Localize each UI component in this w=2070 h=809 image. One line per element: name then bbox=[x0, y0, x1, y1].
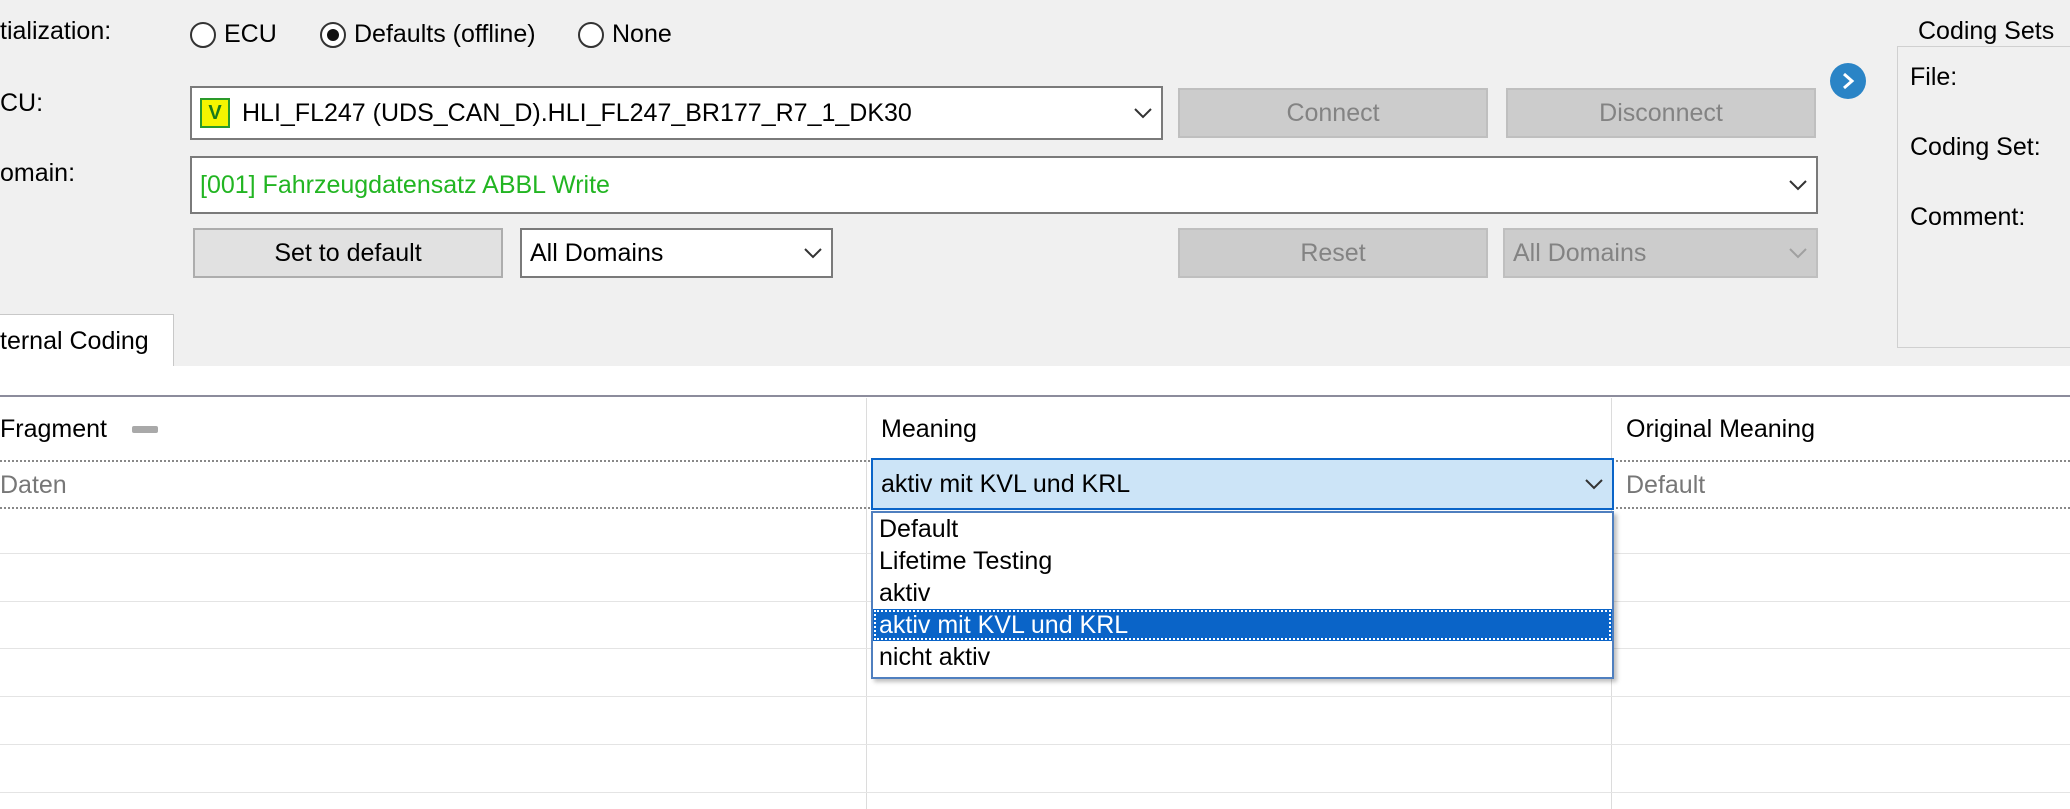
row-line bbox=[0, 744, 2070, 745]
domains-filter-right-value: All Domains bbox=[1513, 238, 1647, 267]
meaning-cell-select[interactable]: aktiv mit KVL und KRL bbox=[871, 458, 1614, 510]
coding-set-label: Coding Set: bbox=[1910, 133, 2041, 161]
column-header-meaning[interactable]: Meaning bbox=[881, 414, 977, 444]
chevron-down-icon bbox=[1576, 460, 1612, 508]
radio-ecu-label: ECU bbox=[224, 20, 277, 48]
column-header-fragment[interactable]: Fragment bbox=[0, 414, 107, 444]
dropdown-option-selected[interactable]: aktiv mit KVL und KRL bbox=[873, 609, 1612, 641]
expand-arrow-icon[interactable] bbox=[1830, 63, 1866, 99]
meaning-cell-value: aktiv mit KVL und KRL bbox=[881, 469, 1131, 498]
row-line bbox=[0, 696, 2070, 697]
connect-button[interactable]: Connect bbox=[1178, 88, 1488, 138]
meaning-dropdown-list[interactable]: Default Lifetime Testing aktiv aktiv mit… bbox=[871, 511, 1614, 679]
radio-ecu[interactable]: ECU bbox=[190, 20, 277, 49]
radio-circle-icon bbox=[190, 21, 216, 48]
collapse-icon[interactable] bbox=[132, 426, 158, 433]
set-to-default-button[interactable]: Set to default bbox=[193, 228, 503, 278]
disconnect-button[interactable]: Disconnect bbox=[1506, 88, 1816, 138]
domains-filter-right-select[interactable]: All Domains bbox=[1503, 228, 1818, 278]
radio-defaults-offline[interactable]: Defaults (offline) bbox=[320, 20, 536, 49]
reset-button[interactable]: Reset bbox=[1178, 228, 1488, 278]
coding-sets-title: Coding Sets bbox=[1912, 16, 2061, 46]
initialization-label: tialization: bbox=[0, 17, 112, 45]
chevron-down-icon bbox=[1125, 88, 1161, 138]
domains-filter-select[interactable]: All Domains bbox=[520, 228, 833, 278]
tab-label: ternal Coding bbox=[0, 327, 149, 355]
radio-circle-icon bbox=[578, 21, 604, 48]
ecu-label: CU: bbox=[0, 89, 44, 117]
dropdown-option[interactable]: Default bbox=[873, 513, 1612, 545]
ecu-variant-badge: V bbox=[200, 98, 230, 128]
dropdown-option[interactable]: aktiv bbox=[873, 577, 1612, 609]
chevron-down-icon bbox=[1780, 230, 1816, 276]
chevron-down-icon bbox=[1780, 158, 1816, 212]
radio-none-label: None bbox=[612, 20, 672, 48]
ecu-value: HLI_FL247 (UDS_CAN_D).HLI_FL247_BR177_R7… bbox=[242, 98, 912, 127]
file-label: File: bbox=[1910, 63, 1958, 91]
row-line bbox=[0, 792, 2070, 793]
chevron-down-icon bbox=[795, 230, 831, 276]
tab-internal-coding[interactable]: ternal Coding bbox=[0, 314, 174, 367]
domain-label: omain: bbox=[0, 159, 76, 187]
dropdown-option[interactable]: nicht aktiv bbox=[873, 641, 1612, 673]
radio-defaults-label: Defaults (offline) bbox=[354, 20, 536, 48]
dropdown-option[interactable]: Lifetime Testing bbox=[873, 545, 1612, 577]
ecu-select[interactable]: V HLI_FL247 (UDS_CAN_D).HLI_FL247_BR177_… bbox=[190, 86, 1163, 140]
domains-filter-value: All Domains bbox=[530, 238, 664, 267]
radio-none[interactable]: None bbox=[578, 20, 672, 49]
domain-select[interactable]: [001] Fahrzeugdatensatz ABBL Write bbox=[190, 156, 1818, 214]
domain-value: [001] Fahrzeugdatensatz ABBL Write bbox=[200, 170, 610, 199]
grid-top-border bbox=[0, 395, 2070, 397]
comment-label: Comment: bbox=[1910, 203, 2026, 231]
fragment-cell: Daten bbox=[0, 471, 67, 499]
column-header-original-meaning[interactable]: Original Meaning bbox=[1626, 414, 1815, 444]
radio-checked-icon bbox=[320, 21, 346, 48]
original-meaning-cell: Default bbox=[1626, 471, 1706, 499]
